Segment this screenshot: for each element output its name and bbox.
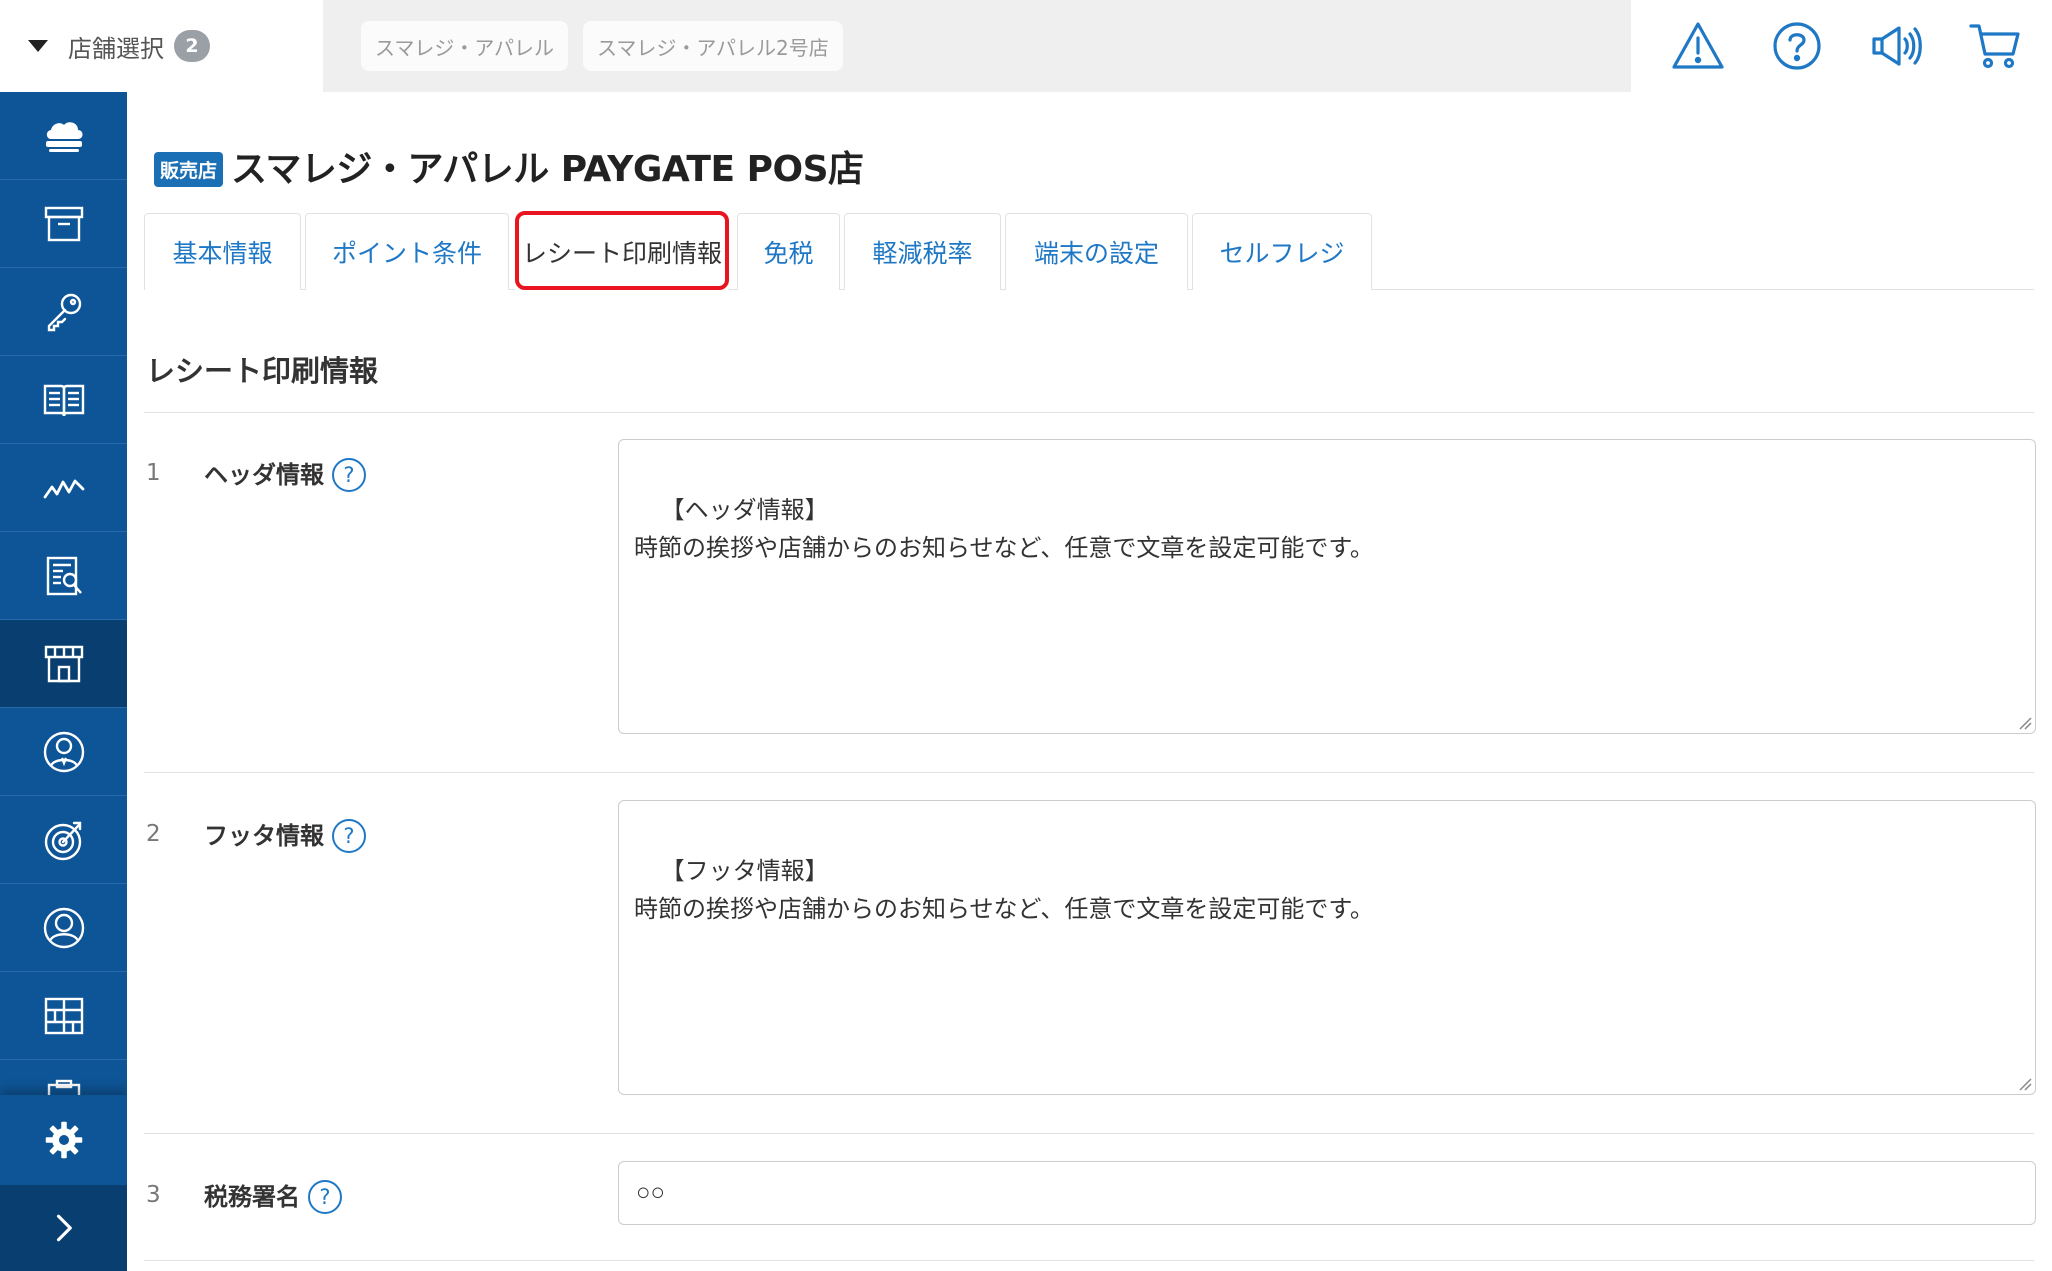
sidebar-item-key[interactable] [0, 268, 127, 356]
cart-icon[interactable] [1965, 16, 2025, 76]
main-content: 販売店 スマレジ・アパレル PAYGATE POS店 基本情報 ポイント条件 レ… [127, 92, 2052, 1271]
book-icon [43, 384, 84, 416]
warning-icon[interactable] [1668, 16, 1728, 76]
sidebar-item-store[interactable] [0, 620, 127, 708]
cloud-register-icon [45, 121, 82, 152]
store-icon [44, 645, 83, 682]
caret-down-icon [28, 40, 48, 52]
store-chip[interactable]: スマレジ・アパレル2号店 [583, 21, 843, 71]
store-chip[interactable]: スマレジ・アパレル [361, 21, 568, 71]
footer-info-label: フッタ情報 ? [204, 813, 366, 853]
tab-reduced-tax-rate[interactable]: 軽減税率 [844, 213, 1001, 290]
footer-info-value: 【フッタ情報】 時節の挨拶や店舗からのお知らせなど、任意で文章を設定可能です。 [634, 858, 1374, 923]
store-select-dropdown[interactable]: 店舗選択 2 [0, 0, 323, 92]
header-info-label: ヘッダ情報 ? [204, 452, 366, 492]
field-divider [144, 772, 2034, 773]
sidebar-item-register[interactable] [0, 92, 127, 180]
help-icon[interactable]: ? [332, 819, 366, 853]
field-label-text: ヘッダ情報 [204, 460, 324, 489]
sidebar-item-customer[interactable] [0, 884, 127, 972]
tab-bar: 基本情報 ポイント条件 レシート印刷情報 免税 軽減税率 端末の設定 セルフレジ [144, 211, 2034, 290]
sidebar-item-apps[interactable] [0, 972, 127, 1060]
help-icon[interactable]: ? [332, 458, 366, 492]
help-icon[interactable]: ? [308, 1180, 342, 1214]
field-label-text: フッタ情報 [204, 821, 324, 850]
tab-receipt-print-info[interactable]: レシート印刷情報 [515, 213, 729, 290]
section-title: レシート印刷情報 [146, 354, 379, 388]
sidebar-item-book[interactable] [0, 356, 127, 444]
page-header: 販売店 スマレジ・アパレル PAYGATE POS店 [154, 140, 864, 192]
sidebar-expand-button[interactable] [0, 1185, 127, 1271]
tab-terminal-settings[interactable]: 端末の設定 [1005, 213, 1188, 290]
header-info-textarea[interactable]: 【ヘッダ情報】 時節の挨拶や店舗からのお知らせなど、任意で文章を設定可能です。 [618, 439, 2036, 734]
section-divider [144, 412, 2034, 413]
sidebar-item-analytics[interactable] [0, 444, 127, 532]
field-number: 3 [146, 1182, 161, 1208]
help-circle-icon[interactable] [1767, 16, 1827, 76]
sidebar-item-archive[interactable] [0, 180, 127, 268]
resize-handle-icon[interactable] [2018, 1077, 2032, 1091]
store-count-badge: 2 [174, 30, 210, 62]
tab-point-conditions[interactable]: ポイント条件 [305, 213, 509, 290]
tab-self-register[interactable]: セルフレジ [1192, 213, 1372, 290]
grid-apps-icon [44, 997, 83, 1034]
field-divider [144, 1133, 2034, 1134]
settings-button[interactable] [0, 1095, 127, 1185]
sidebar-item-report[interactable] [0, 532, 127, 620]
header-info-value: 【ヘッダ情報】 時節の挨拶や店舗からのお知らせなど、任意で文章を設定可能です。 [634, 497, 1374, 562]
tab-tax-free[interactable]: 免税 [737, 213, 840, 290]
store-select-label: 店舗選択 [68, 34, 164, 63]
megaphone-icon[interactable] [1866, 16, 1926, 76]
customer-icon [43, 907, 84, 948]
gear-icon [45, 1121, 82, 1159]
tax-office-input[interactable]: ○○ [618, 1161, 2036, 1225]
analytics-icon [43, 479, 84, 498]
staff-icon [43, 731, 84, 772]
field-divider [144, 1260, 2034, 1261]
footer-info-textarea[interactable]: 【フッタ情報】 時節の挨拶や店舗からのお知らせなど、任意で文章を設定可能です。 [618, 800, 2036, 1095]
key-icon [47, 293, 81, 331]
page-title: スマレジ・アパレル PAYGATE POS店 [231, 149, 864, 190]
sidebar [0, 92, 127, 1271]
store-type-badge: 販売店 [154, 151, 224, 187]
top-icon-bar [1631, 0, 2052, 92]
field-number: 1 [146, 460, 161, 486]
field-label-text: 税務署名 [204, 1182, 300, 1211]
archive-box-icon [44, 206, 83, 241]
selected-stores-bar: スマレジ・アパレル スマレジ・アパレル2号店 [323, 0, 1631, 92]
chevron-right-icon [56, 1214, 72, 1242]
report-search-icon [46, 556, 82, 595]
sidebar-item-staff[interactable] [0, 708, 127, 796]
tax-office-label: 税務署名 ? [204, 1174, 342, 1214]
sidebar-item-target[interactable] [0, 796, 127, 884]
resize-handle-icon[interactable] [2018, 716, 2032, 730]
field-number: 2 [146, 821, 161, 847]
top-bar: 店舗選択 2 スマレジ・アパレル スマレジ・アパレル2号店 [0, 0, 2052, 92]
target-icon [44, 821, 81, 860]
sidebar-bottom [0, 1095, 127, 1271]
tab-basic-info[interactable]: 基本情報 [144, 213, 301, 290]
